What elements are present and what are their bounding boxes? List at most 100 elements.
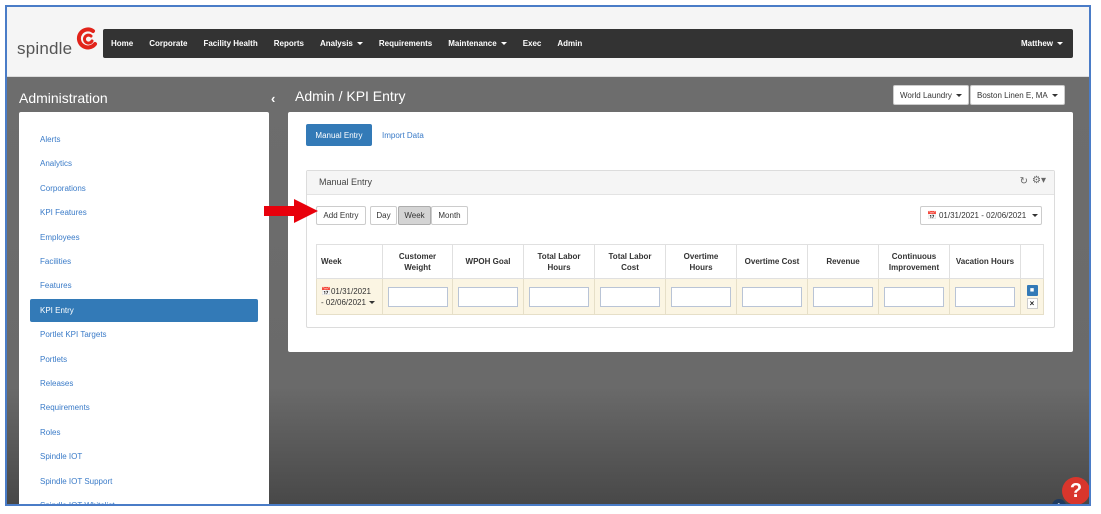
- sidebar-item-roles[interactable]: Roles: [30, 421, 258, 444]
- period-month-button[interactable]: Month: [431, 206, 468, 225]
- kpi-cell: [949, 278, 1021, 315]
- section-title: Administration: [19, 90, 108, 106]
- column-header: Overtime Hours: [665, 244, 737, 279]
- gear-icon[interactable]: ⚙▾: [1032, 175, 1046, 186]
- column-header: WPOH Goal: [452, 244, 524, 279]
- chevron-down-icon: [356, 42, 363, 45]
- nav-item-maintenance[interactable]: Maintenance: [440, 39, 514, 48]
- table-row: 📅01/31/2021 - 02/06/2021 ■ ×: [316, 278, 1044, 315]
- kpi-input-total-labor-hours[interactable]: [529, 286, 589, 307]
- top-header: spindle Home Corporate Facility Health Repo…: [7, 7, 1089, 77]
- row-actions: ■ ×: [1020, 278, 1044, 315]
- app-window: spindle Home Corporate Facility Health Repo…: [5, 5, 1091, 506]
- delete-icon[interactable]: ×: [1026, 297, 1038, 309]
- sidebar-item-portlet-kpi-targets[interactable]: Portlet KPI Targets: [30, 323, 258, 346]
- column-header-text: Overtime Cost: [744, 257, 800, 266]
- logo-text: spindle: [17, 39, 73, 58]
- column-header-text: Week: [321, 257, 342, 266]
- column-header: Total Labor Cost: [594, 244, 666, 279]
- column-header-text: Hours: [547, 262, 571, 272]
- kpi-cell: [382, 278, 453, 315]
- nav-item-exec[interactable]: Exec: [515, 39, 550, 48]
- kpi-input-overtime-hours[interactable]: [671, 286, 731, 307]
- week-start: 01/31/2021: [330, 286, 372, 296]
- sidebar-item-spindle-iot-whitelist[interactable]: Spindle IOT Whitelist: [30, 494, 258, 504]
- kpi-input-total-labor-cost[interactable]: [600, 286, 660, 307]
- sidebar-item-spindle-iot-support[interactable]: Spindle IOT Support: [30, 470, 258, 493]
- company-select-label: World Laundry: [900, 90, 952, 100]
- nav-item-requirements[interactable]: Requirements: [371, 39, 440, 48]
- column-header-text: Customer: [398, 251, 437, 261]
- user-menu[interactable]: Matthew: [1013, 39, 1073, 48]
- column-header: Total Labor Hours: [523, 244, 595, 279]
- panel-header: Manual Entry ↻ ⚙▾: [307, 171, 1054, 195]
- collapse-sidebar-icon[interactable]: ‹: [271, 91, 275, 106]
- nav-item-label: Reports: [273, 39, 304, 48]
- kpi-cell: [523, 278, 595, 315]
- logo-mark-icon: [73, 27, 99, 51]
- column-header-text: Hours: [689, 262, 713, 272]
- nav-item-home[interactable]: Home: [103, 39, 141, 48]
- week-cell[interactable]: 📅01/31/2021 - 02/06/2021: [316, 278, 383, 315]
- kpi-input-customer-weight[interactable]: [387, 286, 448, 307]
- sidebar-item-requirements[interactable]: Requirements: [30, 396, 258, 419]
- table-header-row: Week Customer Weight WPOH Goal Total Labor Ho…: [316, 244, 1044, 279]
- notification-badge[interactable]: 1: [1052, 499, 1066, 504]
- column-header-text: Weight: [404, 262, 431, 272]
- kpi-cell: [452, 278, 524, 315]
- nav-item-admin[interactable]: Admin: [549, 39, 590, 48]
- period-week-button[interactable]: Week: [398, 206, 431, 225]
- column-header: Overtime Cost: [736, 244, 808, 279]
- sidebar-item-spindle-iot[interactable]: Spindle IOT: [30, 445, 258, 468]
- tab-manual-entry[interactable]: Manual Entry: [306, 124, 372, 146]
- sidebar-item-portlets[interactable]: Portlets: [30, 348, 258, 371]
- column-header-text: WPOH Goal: [465, 257, 511, 266]
- kpi-input-overtime-cost[interactable]: [742, 286, 802, 307]
- kpi-input-wpoh-goal[interactable]: [458, 286, 518, 307]
- kpi-input-continuous-improvement[interactable]: [884, 286, 944, 307]
- nav-item-label: Home: [111, 39, 134, 48]
- user-name: Matthew: [1021, 39, 1053, 48]
- chevron-down-icon: [368, 300, 375, 304]
- nav-item-label: Analysis: [319, 39, 353, 48]
- facility-select-label: Boston Linen E, MA: [977, 90, 1048, 100]
- add-entry-button[interactable]: Add Entry: [316, 206, 366, 225]
- column-header-text: Vacation Hours: [955, 257, 1015, 266]
- sidebar-item-employees[interactable]: Employees: [30, 226, 258, 249]
- admin-sidebar: Alerts Analytics Corporations KPI Features E…: [19, 112, 269, 504]
- column-header: Continuous Improvement: [878, 244, 950, 279]
- kpi-input-vacation-hours[interactable]: [955, 286, 1015, 307]
- nav-item-corporate[interactable]: Corporate: [141, 39, 195, 48]
- refresh-icon[interactable]: ↻: [1020, 176, 1028, 187]
- calendar-icon: 📅: [927, 211, 937, 220]
- tab-import-data[interactable]: Import Data: [382, 124, 424, 146]
- nav-item-label: Requirements: [378, 39, 433, 48]
- sidebar-item-alerts[interactable]: Alerts: [30, 128, 258, 151]
- sidebar-item-kpi-features[interactable]: KPI Features: [30, 201, 258, 224]
- help-icon[interactable]: ?: [1062, 477, 1089, 504]
- sidebar-item-releases[interactable]: Releases: [30, 372, 258, 395]
- kpi-cell: [665, 278, 737, 315]
- column-header: Revenue: [807, 244, 879, 279]
- column-header: Customer Weight: [382, 244, 453, 279]
- save-icon[interactable]: ■: [1026, 284, 1038, 296]
- sidebar-item-features[interactable]: Features: [30, 274, 258, 297]
- sidebar-item-analytics[interactable]: Analytics: [30, 152, 258, 175]
- date-range-picker[interactable]: 📅 01/31/2021 - 02/06/2021: [920, 206, 1042, 225]
- actions-header: [1020, 244, 1044, 279]
- nav-item-facility-health[interactable]: Facility Health: [195, 39, 265, 48]
- nav-item-label: Corporate: [149, 39, 188, 48]
- sidebar-item-kpi-entry[interactable]: KPI Entry: [30, 298, 258, 322]
- column-header-text: Overtime: [683, 251, 719, 261]
- column-header-text: Total Labor: [608, 251, 652, 261]
- nav-item-analysis[interactable]: Analysis: [312, 39, 371, 48]
- period-day-button[interactable]: Day: [370, 206, 397, 225]
- nav-item-reports[interactable]: Reports: [266, 39, 312, 48]
- chevron-down-icon: [500, 42, 507, 45]
- facility-select[interactable]: Boston Linen E, MA: [970, 85, 1065, 105]
- company-select[interactable]: World Laundry: [893, 85, 969, 105]
- sidebar-item-corporations[interactable]: Corporations: [30, 177, 258, 200]
- kpi-input-revenue[interactable]: [813, 286, 873, 307]
- sidebar-item-facilities[interactable]: Facilities: [30, 250, 258, 273]
- spindle-logo[interactable]: spindle: [17, 27, 99, 59]
